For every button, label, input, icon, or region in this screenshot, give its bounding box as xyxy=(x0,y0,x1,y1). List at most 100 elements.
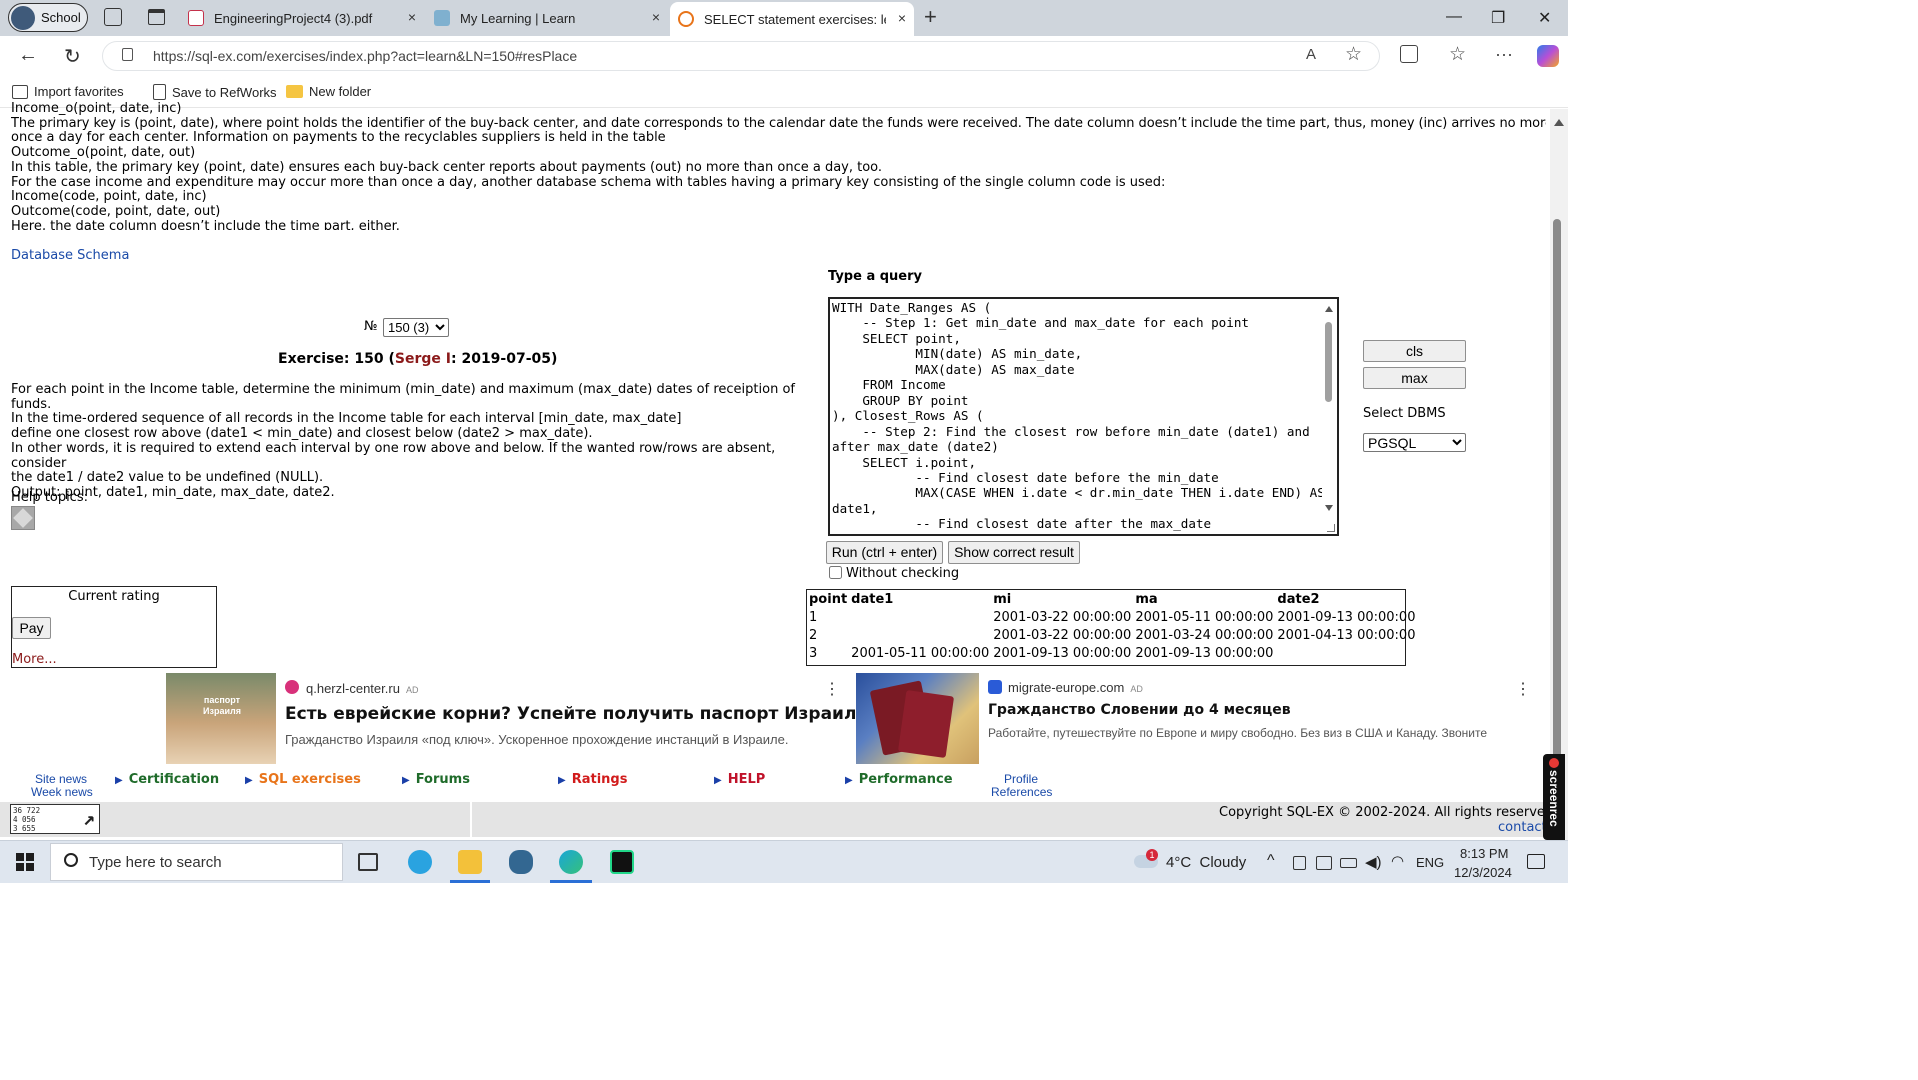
close-tab-icon[interactable]: × xyxy=(652,9,660,25)
tab-pdf[interactable]: EngineeringProject4 (3).pdf × xyxy=(180,4,424,32)
screenrec-label: screenrec xyxy=(1547,770,1561,827)
nav-sql-exercises[interactable]: ▶ SQL exercises xyxy=(245,772,361,787)
ad-menu-icon[interactable]: ⋮ xyxy=(1515,679,1531,699)
pycharm-icon[interactable] xyxy=(610,850,634,874)
scroll-thumb[interactable] xyxy=(1325,322,1332,402)
workspaces-icon[interactable] xyxy=(104,8,122,26)
favorite-star-icon[interactable]: ☆ xyxy=(1345,43,1362,66)
column-header: mi xyxy=(993,591,1012,607)
address-bar[interactable]: https://sql-ex.com/exercises/index.php?a… xyxy=(102,41,1380,71)
exercise-description: For each point in the Income table, dete… xyxy=(11,382,811,501)
tab-my-learning[interactable]: My Learning | Learn × xyxy=(426,4,668,32)
tab-title: SELECT statement exercises: learn xyxy=(704,11,886,27)
chevron-up-icon[interactable]: ^ xyxy=(1267,852,1275,870)
references-link[interactable]: References xyxy=(991,785,1052,799)
run-button[interactable]: Run (ctrl + enter) xyxy=(826,541,943,564)
without-checking-checkbox[interactable] xyxy=(829,566,842,579)
week-news-link[interactable]: Week news xyxy=(31,785,93,799)
site-news-link[interactable]: Site news xyxy=(35,772,87,786)
triangle-icon: ▶ xyxy=(115,775,123,786)
wifi-icon[interactable]: ◠ xyxy=(1391,852,1404,870)
nav-ratings[interactable]: ▶ Ratings xyxy=(558,772,627,787)
intro-line: For the case income and expenditure may … xyxy=(11,174,1166,190)
table-cell: 2001-09-13 00:00:00 xyxy=(1135,645,1274,661)
more-menu-icon[interactable]: ··· xyxy=(1495,44,1513,65)
screenrec-widget[interactable]: screenrec xyxy=(1543,754,1565,840)
search-placeholder: Type here to search xyxy=(89,854,222,871)
tray-icon[interactable] xyxy=(1293,856,1306,870)
refresh-icon[interactable]: ↻ xyxy=(64,44,81,69)
clock-time[interactable]: 8:13 PM xyxy=(1460,846,1508,861)
maximize-button[interactable]: ❐ xyxy=(1491,8,1505,28)
taskbar-search[interactable]: Type here to search xyxy=(50,843,343,881)
vertical-tabs-icon[interactable] xyxy=(148,9,165,25)
type-query-label: Type a query xyxy=(828,269,923,284)
back-icon[interactable]: ← xyxy=(18,44,38,67)
resize-handle-icon[interactable] xyxy=(1327,524,1335,532)
cls-button[interactable]: cls xyxy=(1363,340,1466,362)
telegram-icon[interactable] xyxy=(408,850,432,874)
clock-date[interactable]: 12/3/2024 xyxy=(1454,865,1512,880)
active-indicator xyxy=(550,880,592,883)
edge-icon[interactable] xyxy=(559,850,583,874)
nav-certification[interactable]: ▶ Certification xyxy=(115,772,219,787)
intro-line: In this table, the primary key (point, d… xyxy=(11,159,883,175)
nav-label: Certification xyxy=(128,772,220,787)
read-aloud-icon[interactable]: A xyxy=(1306,46,1316,63)
intro-text: Income_o(point, date, inc) The primary k… xyxy=(11,102,1546,230)
extensions-icon[interactable] xyxy=(1400,45,1418,63)
new-tab-button[interactable]: + xyxy=(924,4,937,30)
ad-badge: AD xyxy=(1130,684,1143,694)
max-button[interactable]: max xyxy=(1363,367,1466,389)
scroll-up-icon[interactable] xyxy=(1325,306,1333,312)
close-tab-icon[interactable]: × xyxy=(898,10,906,26)
more-link[interactable]: More... xyxy=(12,652,57,667)
close-tab-icon[interactable]: × xyxy=(408,9,416,25)
profile-button[interactable]: School xyxy=(8,3,88,32)
ad-image xyxy=(856,673,979,764)
scroll-down-icon[interactable] xyxy=(1325,505,1333,511)
ad-menu-icon[interactable]: ⋮ xyxy=(824,679,840,699)
favorites-icon[interactable]: ☆ xyxy=(1449,43,1466,66)
intro-line: once a day for each center. Information … xyxy=(11,130,666,146)
profile-link[interactable]: Profile xyxy=(1004,772,1038,786)
tab-sql-ex[interactable]: SELECT statement exercises: learn × xyxy=(670,2,914,36)
file-explorer-icon[interactable] xyxy=(458,850,482,874)
close-window-button[interactable]: ✕ xyxy=(1538,8,1551,28)
nav-performance[interactable]: ▶ Performance xyxy=(845,772,953,787)
weather-text[interactable]: 4°C Cloudy xyxy=(1166,854,1246,871)
ad-israel[interactable]: паспорт Израиля q.herzl-center.ru AD ⋮ Ес… xyxy=(166,673,875,764)
tray-icon[interactable] xyxy=(1316,856,1332,870)
table-cell xyxy=(1275,644,1417,662)
exercise-select[interactable]: 150 (3) xyxy=(383,318,449,337)
table-cell: 1 xyxy=(809,609,818,625)
copilot-icon[interactable] xyxy=(1537,45,1559,67)
sql-ex-icon xyxy=(678,11,694,27)
battery-icon[interactable] xyxy=(1340,858,1357,868)
ad-slovenia[interactable]: migrate-europe.com AD ⋮ Гражданство Слове… xyxy=(856,673,1541,764)
notifications-icon[interactable] xyxy=(1527,854,1545,869)
rating-box: Current rating Pay More... xyxy=(11,586,217,668)
nav-help[interactable]: ▶ HELP xyxy=(714,772,765,787)
contact-link[interactable]: contact xyxy=(1498,820,1547,835)
nav-forums[interactable]: ▶ Forums xyxy=(402,772,470,787)
editor-scrollbar[interactable] xyxy=(1322,300,1336,533)
language-indicator[interactable]: ENG xyxy=(1416,855,1444,870)
dbms-select[interactable]: PGSQL xyxy=(1363,433,1466,452)
scroll-up-icon[interactable] xyxy=(1554,119,1564,126)
task-view-icon[interactable] xyxy=(358,853,378,871)
query-editor[interactable]: WITH Date_Ranges AS ( -- Step 1: Get min… xyxy=(828,297,1339,536)
database-schema-link[interactable]: Database Schema xyxy=(11,248,129,263)
url-text: https://sql-ex.com/exercises/index.php?a… xyxy=(153,48,578,64)
volume-icon[interactable]: ◀) xyxy=(1365,853,1382,871)
postgresql-icon[interactable] xyxy=(509,850,533,874)
page-scrollbar[interactable] xyxy=(1550,109,1568,859)
hit-counter: 36 722 4 056 3 655 ↗ xyxy=(10,804,100,834)
ad-description: Работайте, путешествуйте по Европе и мир… xyxy=(988,726,1488,740)
query-code[interactable]: WITH Date_Ranges AS ( -- Step 1: Get min… xyxy=(830,299,1337,532)
show-correct-result-button[interactable]: Show correct result xyxy=(948,541,1080,564)
windows-start-icon[interactable] xyxy=(16,853,34,871)
pay-button[interactable]: Pay xyxy=(12,617,51,639)
minimize-button[interactable]: — xyxy=(1446,8,1462,26)
ad-domain: q.herzl-center.ru xyxy=(306,681,400,696)
